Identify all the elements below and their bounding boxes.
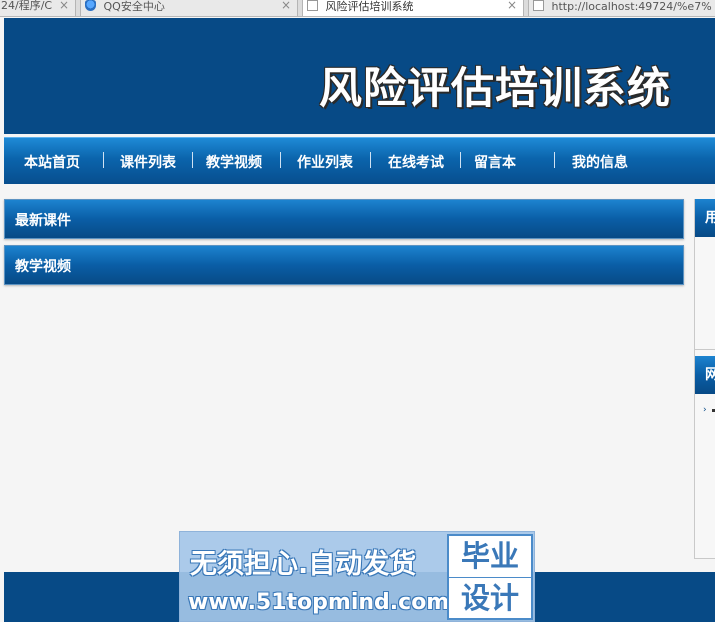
browser-tab-2[interactable]: QQ安全中心 × (80, 0, 298, 16)
watermark-badge-bottom: 设计 (449, 577, 531, 618)
sidebar-section-user: 用 (695, 199, 715, 237)
document-icon (533, 0, 544, 11)
sidebar-section-site: 网 (695, 356, 715, 394)
shield-icon (85, 0, 96, 11)
nav-item-exam[interactable]: 在线考试 (388, 152, 444, 172)
latest-courseware-panel: 最新课件 (4, 199, 684, 239)
close-icon[interactable]: × (281, 0, 291, 11)
panel-title[interactable]: 教学视频 (15, 256, 71, 276)
tab-label: 风险评估培训系统 (325, 0, 414, 13)
nav-item-my-info[interactable]: 我的信息 (572, 152, 628, 172)
browser-tab-3[interactable]: 风险评估培训系统 × (302, 0, 524, 16)
tab-label: http://localhost:49724/%e7% (551, 0, 712, 13)
nav-separator (554, 152, 555, 168)
document-icon (307, 0, 318, 11)
right-sidebar: 用 网 › (694, 199, 715, 559)
divider (695, 349, 715, 350)
tab-label: 24/程序/C (1, 0, 53, 12)
main-nav: 本站首页 课件列表 教学视频 作业列表 在线考试 留言本 我的信息 (4, 137, 715, 184)
nav-separator (280, 152, 281, 168)
nav-separator (460, 152, 461, 168)
panel-title[interactable]: 最新课件 (15, 210, 71, 230)
nav-item-guestbook[interactable]: 留言本 (474, 152, 516, 172)
tab-label: QQ安全中心 (103, 0, 165, 13)
close-icon[interactable]: × (507, 0, 517, 11)
browser-tab-4[interactable]: http://localhost:49724/%e7% (528, 0, 715, 16)
nav-item-homework[interactable]: 作业列表 (297, 152, 353, 172)
teaching-video-panel: 教学视频 (4, 245, 684, 285)
watermark-slogan: 无须担心.自动发货 (190, 549, 417, 580)
watermark-badge: 毕业 设计 (447, 534, 533, 620)
site-title: 风险评估培训系统 (319, 64, 671, 114)
nav-item-courseware[interactable]: 课件列表 (120, 152, 176, 172)
watermark-overlay: 无须担心.自动发货 www.51topmind.com 毕业 设计 (179, 531, 535, 622)
header-banner: 风险评估培训系统 (4, 18, 715, 134)
close-icon[interactable]: × (59, 0, 69, 11)
nav-item-videos[interactable]: 教学视频 (206, 152, 262, 172)
watermark-badge-top: 毕业 (460, 539, 519, 573)
chevron-right-icon: › (703, 405, 707, 415)
watermark-url: www.51topmind.com (188, 590, 450, 615)
browser-tab-1[interactable]: 24/程序/C × (0, 0, 76, 16)
nav-item-home[interactable]: 本站首页 (24, 152, 80, 172)
nav-separator (103, 152, 104, 168)
nav-separator (192, 152, 193, 168)
browser-tab-strip: 24/程序/C × QQ安全中心 × 风险评估培训系统 × http://loc… (0, 0, 715, 17)
nav-separator (370, 152, 371, 168)
